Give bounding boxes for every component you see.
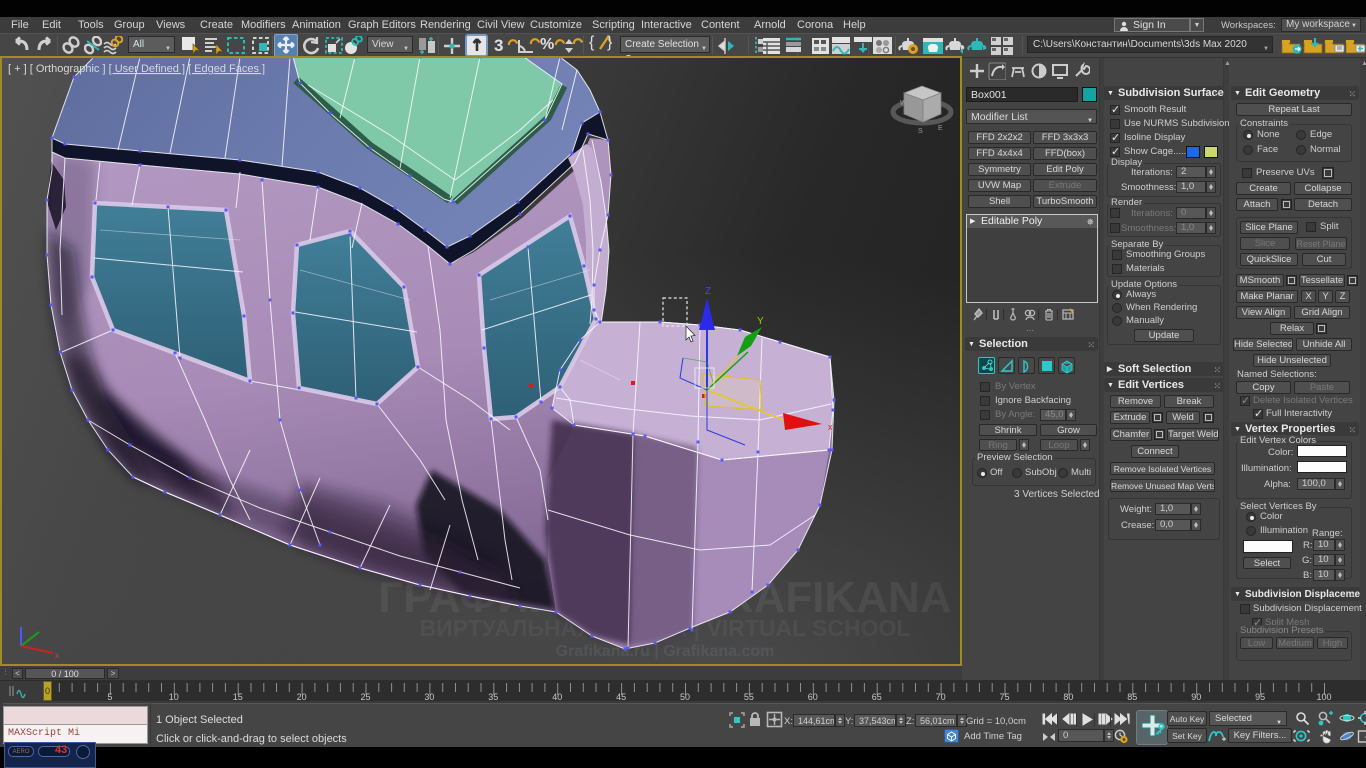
svg-text:15: 15: [233, 692, 243, 702]
svg-text:30: 30: [424, 692, 434, 702]
svg-text:Y: Y: [757, 316, 764, 327]
svg-text:25: 25: [360, 692, 370, 702]
svg-text:W: W: [900, 100, 907, 107]
svg-text:S: S: [918, 128, 923, 135]
svg-text:E: E: [938, 125, 943, 132]
svg-text:5: 5: [107, 692, 112, 702]
svg-text:90: 90: [1191, 692, 1201, 702]
svg-text:[ + ] [ Orthographic ] [ User: [ + ] [ Orthographic ] [ User Defined ] …: [8, 63, 265, 75]
svg-text:95: 95: [1255, 692, 1265, 702]
svg-text:60: 60: [808, 692, 818, 702]
svg-text:35: 35: [488, 692, 498, 702]
svg-text:x: x: [828, 422, 833, 432]
svg-text:50: 50: [680, 692, 690, 702]
svg-text:85: 85: [1127, 692, 1137, 702]
svg-text:65: 65: [872, 692, 882, 702]
svg-text:70: 70: [936, 692, 946, 702]
svg-text:x: x: [55, 651, 59, 660]
svg-text:40: 40: [552, 692, 562, 702]
svg-text:Grafikana.ru | Grafikana.com: Grafikana.ru | Grafikana.com: [556, 643, 775, 660]
svg-text:80: 80: [1063, 692, 1073, 702]
svg-text:75: 75: [999, 692, 1009, 702]
svg-text:55: 55: [744, 692, 754, 702]
svg-text:45: 45: [616, 692, 626, 702]
svg-text:10: 10: [169, 692, 179, 702]
svg-text:20: 20: [297, 692, 307, 702]
svg-text:100: 100: [1316, 692, 1331, 702]
svg-text:Z: Z: [705, 286, 711, 297]
